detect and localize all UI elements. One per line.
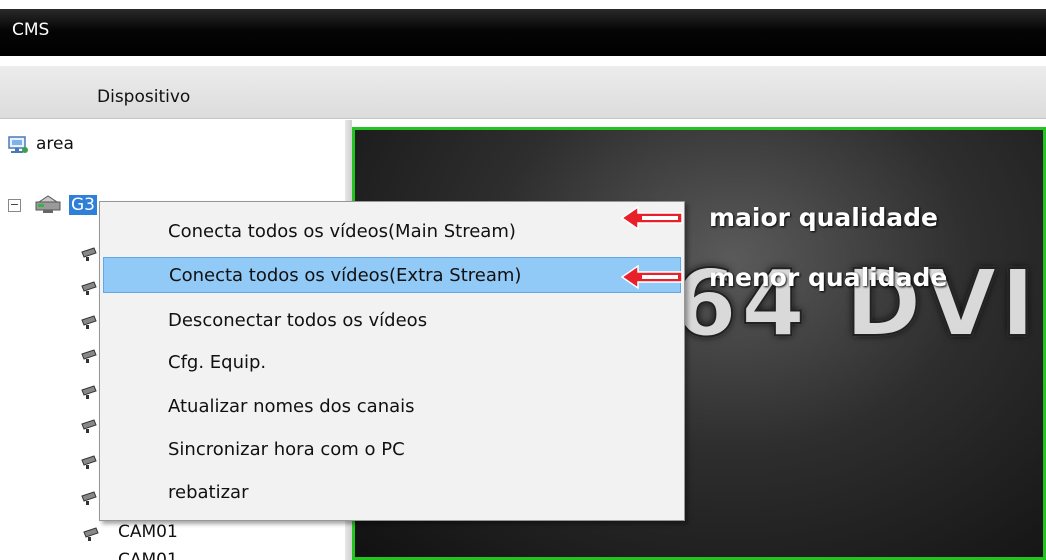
camera-icon [83, 527, 99, 541]
collapse-icon[interactable]: − [8, 198, 21, 212]
window-title: CMS [12, 20, 50, 40]
tree-camera-label: CAM01 [118, 550, 178, 560]
tree-root-area[interactable]: area [6, 134, 74, 154]
menu-device-config[interactable]: Cfg. Equip. [103, 345, 681, 381]
menu-connect-main-stream[interactable]: Conecta todos os vídeos(Main Stream) [103, 214, 681, 250]
tree-camera-cam01[interactable]: CAM01 [82, 522, 282, 546]
tree-device-g3[interactable]: − G3 [8, 194, 97, 216]
tree-root-label: area [36, 134, 74, 154]
menu-sync-time[interactable]: Sincronizar hora com o PC [103, 432, 681, 468]
dvr-device-icon [33, 194, 63, 216]
area-icon [6, 134, 30, 154]
device-context-menu: Conecta todos os vídeos(Main Stream) Con… [99, 201, 685, 521]
annotation-extra-quality: menor qualidade [709, 263, 948, 292]
title-bar: CMS [0, 9, 1046, 56]
menu-disconnect-all[interactable]: Desconectar todos os vídeos [103, 303, 681, 339]
menu-connect-extra-stream[interactable]: Conecta todos os vídeos(Extra Stream) [103, 257, 681, 293]
menu-rename[interactable]: rebatizar [103, 475, 681, 511]
menu-bar: Dispositivo [0, 66, 1046, 119]
menu-item-dispositivo[interactable]: Dispositivo [97, 87, 190, 107]
annotation-main-quality: maior qualidade [709, 203, 939, 232]
tree-device-label: G3 [69, 195, 97, 215]
tree-camera-partial[interactable]: CAM01 [82, 550, 282, 560]
arrow-left-icon [620, 205, 683, 231]
menu-update-channel-names[interactable]: Atualizar nomes dos canais [103, 389, 681, 425]
tree-camera-label: CAM01 [118, 522, 178, 542]
arrow-left-icon [620, 264, 683, 290]
